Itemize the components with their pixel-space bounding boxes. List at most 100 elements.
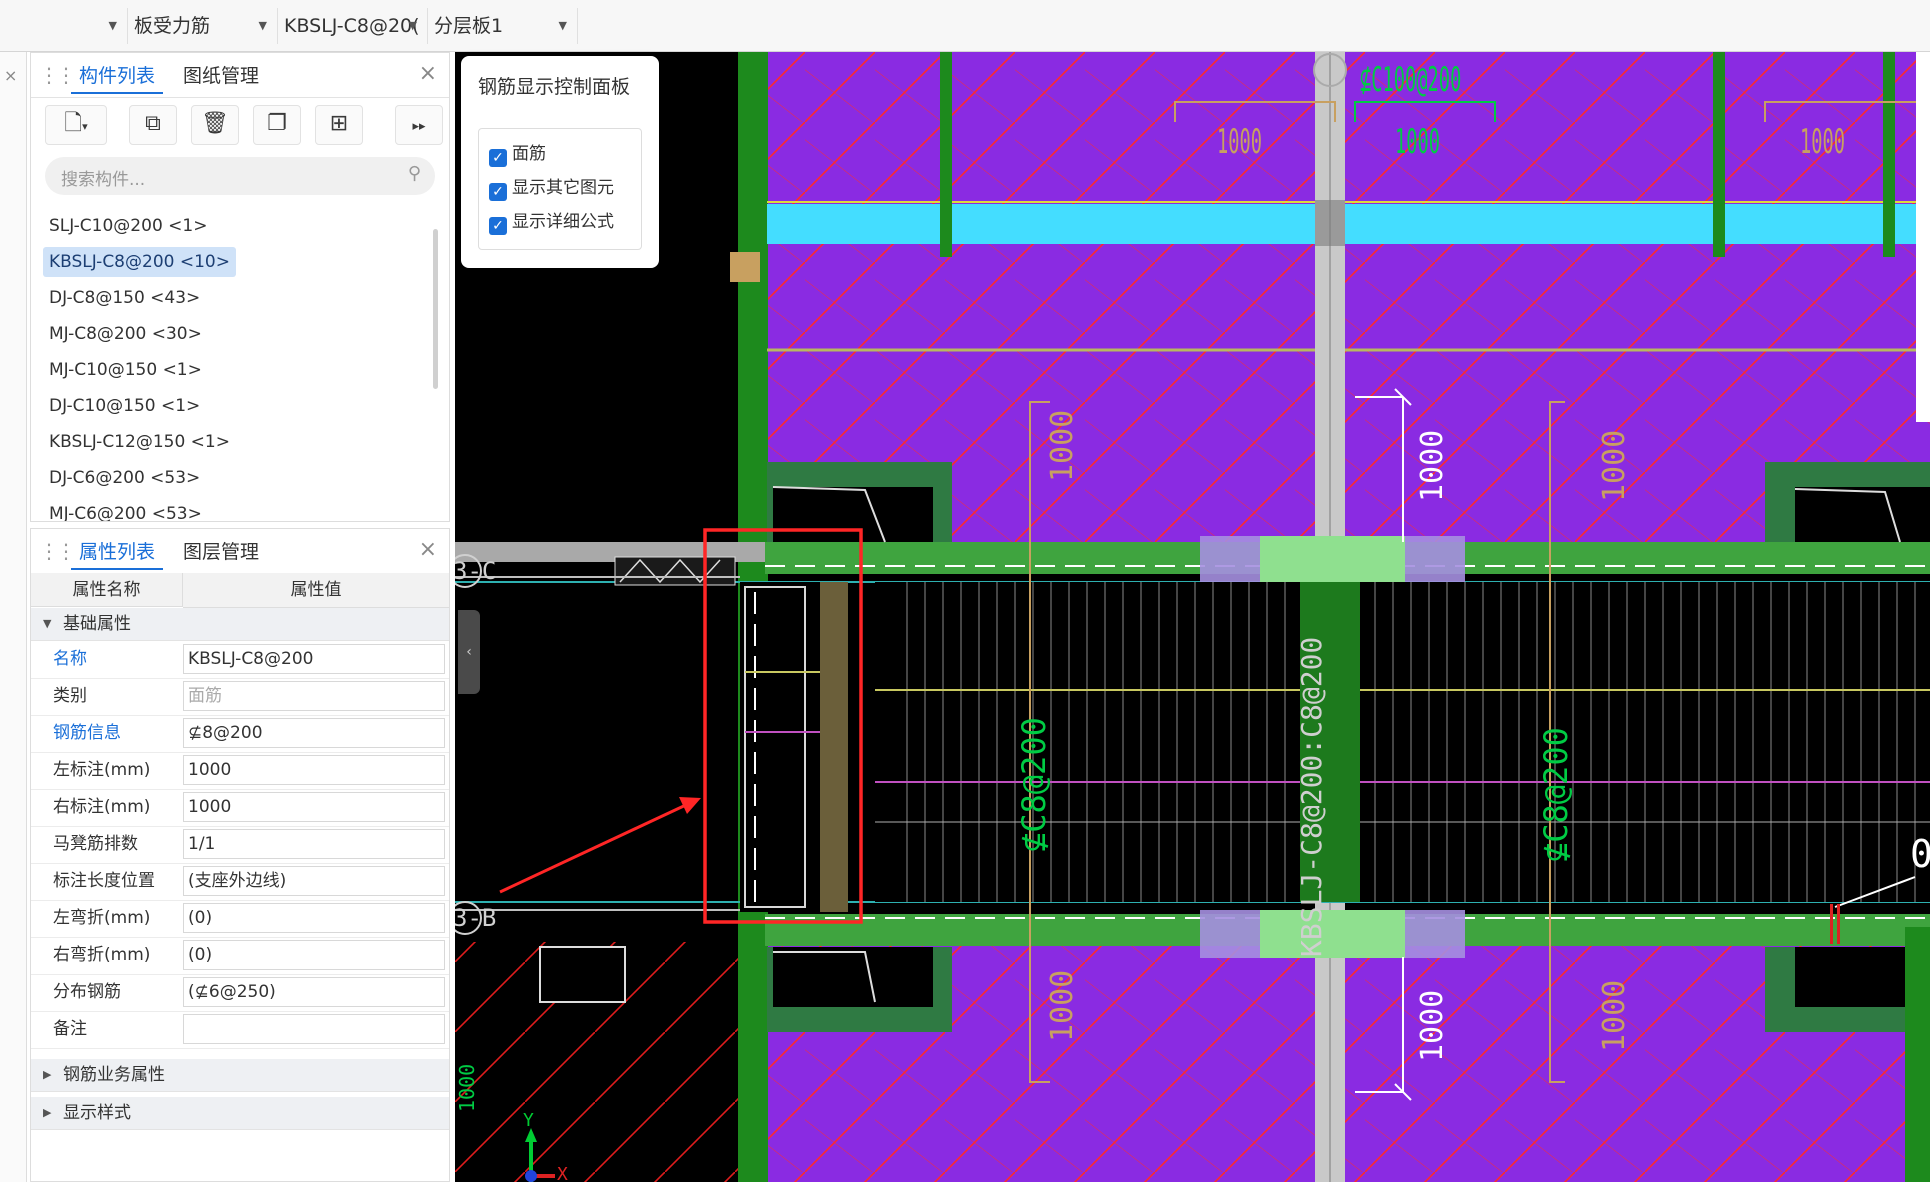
property-name: 类别 [53, 686, 87, 706]
property-value-field[interactable]: 面筋 [183, 681, 445, 711]
panel-collapse-handle[interactable]: ‹ [458, 610, 480, 694]
property-name: 右标注(mm) [53, 797, 151, 817]
chevron-down-icon: ▼ [558, 19, 567, 32]
list-item[interactable]: KBSLJ-C12@150 <1> [43, 427, 236, 457]
property-name: 右弯折(mm) [53, 945, 151, 965]
dropdown-type[interactable]: 板受力筋 ▼ [128, 8, 278, 44]
property-value-field[interactable]: (0) [183, 903, 445, 933]
property-value-field[interactable]: ⊈8@200 [183, 718, 445, 748]
cad-rebar-vertical-label: KBSLJ-C8@200:C8@200 [1295, 636, 1328, 957]
list-item-selected[interactable]: KBSLJ-C8@200 <10> [43, 247, 236, 277]
more-icon: ▸▸ [412, 119, 426, 134]
property-value-field[interactable]: (支座外边线) [183, 866, 445, 896]
checkbox-show-detailed-formula[interactable]: ✓ 显示详细公式 [489, 209, 614, 235]
property-name: 左弯折(mm) [53, 908, 151, 928]
list-item[interactable]: MJ-C8@200 <30> [43, 319, 208, 349]
check-icon: ✓ [489, 183, 507, 201]
new-component-button[interactable]: 🗋▾ [45, 105, 107, 145]
dropdown-component[interactable]: KBSLJ-C8@20( ▼ [278, 8, 428, 44]
search-input[interactable]: 搜索构件... ⚲ [45, 157, 435, 195]
property-value-field[interactable]: 1000 [183, 792, 445, 822]
dropdown-component-value: KBSLJ-C8@20( [284, 15, 420, 37]
control-panel-title: 钢筋显示控制面板 [478, 76, 631, 98]
search-icon: ⚲ [407, 163, 421, 184]
check-icon: ✓ [489, 217, 507, 235]
list-item[interactable]: SLJ-C10@200 <1> [43, 211, 213, 241]
duplicate-button[interactable]: ❐ [253, 105, 301, 145]
checkbox-show-other-elements[interactable]: ✓ 显示其它图元 [489, 175, 614, 201]
list-item[interactable]: DJ-C8@150 <43> [43, 283, 206, 313]
tab-drawing-management[interactable]: 图纸管理 [175, 62, 267, 94]
property-name: 马凳筋排数 [53, 834, 138, 854]
close-icon[interactable]: × [419, 537, 437, 562]
property-row: 右弯折(mm) (0) [31, 937, 449, 975]
dropdown-type-value: 板受力筋 [134, 15, 211, 37]
property-name: 左标注(mm) [53, 760, 151, 780]
right-tool-strip [1916, 52, 1930, 422]
property-row: 马凳筋排数 1/1 [31, 826, 449, 864]
property-row: 类别 面筋 [31, 678, 449, 716]
delete-icon: 🗑 [201, 111, 229, 136]
duplicate-icon: ❐ [267, 111, 287, 136]
group-display-style[interactable]: ▶ 显示样式 [31, 1097, 449, 1130]
property-row: 名称 KBSLJ-C8@200 [31, 641, 449, 679]
cad-y-axis-label: Y [523, 1110, 534, 1131]
property-row: 钢筋信息 ⊈8@200 [31, 715, 449, 753]
cad-dim-label: 1000 [1597, 429, 1632, 502]
delete-button[interactable]: 🗑 [191, 105, 239, 145]
copy-icon: ⧉ [145, 111, 161, 136]
checkbox-label: 面筋 [512, 144, 546, 164]
property-value-field[interactable] [183, 1014, 445, 1044]
chevron-down-icon: ▼ [108, 19, 117, 32]
close-icon[interactable]: × [4, 66, 17, 85]
tab-component-list[interactable]: 构件列表 [71, 62, 164, 94]
cad-dim-label: 1000 [1415, 989, 1450, 1062]
property-name: 备注 [53, 1019, 87, 1039]
list-item[interactable]: DJ-C10@150 <1> [43, 391, 206, 421]
expand-icon: ▶ [43, 1106, 52, 1119]
dropdown-floor[interactable]: ▼ [0, 8, 128, 44]
tab-property-list[interactable]: 属性列表 [71, 538, 164, 570]
layer-copy-button[interactable]: ⊞ [315, 105, 363, 145]
left-collapsed-strip: × [0, 52, 27, 1182]
control-panel-options: ✓ 面筋 ✓ 显示其它图元 ✓ 显示详细公式 [478, 128, 642, 250]
list-item[interactable]: MJ-C10@150 <1> [43, 355, 208, 385]
property-row: 备注 [31, 1011, 449, 1049]
cad-edge-label: 0 [1910, 832, 1930, 876]
property-name: 标注长度位置 [53, 871, 155, 891]
dropdown-layer[interactable]: 分层板1 ▼ [428, 8, 578, 44]
cad-dim-label: 1000 [1415, 429, 1450, 502]
cad-canvas[interactable]: ⊈C100@200 1000 1000 1000 1000 1000 1000 … [455, 52, 1930, 1182]
checkbox-label: 显示详细公式 [512, 212, 614, 232]
list-scrollbar[interactable] [433, 229, 438, 389]
group-business-properties[interactable]: ▶ 钢筋业务属性 [31, 1059, 449, 1092]
cad-dim-label: 1000 [1597, 979, 1632, 1052]
list-item[interactable]: DJ-C6@200 <53> [43, 463, 206, 493]
property-value-field[interactable]: 1/1 [183, 829, 445, 859]
rebar-display-control-panel: 钢筋显示控制面板 ✓ 面筋 ✓ 显示其它图元 ✓ 显示详细公式 [461, 56, 659, 268]
drag-grip-icon[interactable]: ⋮⋮ [39, 63, 76, 87]
chevron-down-icon: ▼ [258, 19, 267, 32]
copy-button[interactable]: ⧉ [129, 105, 177, 145]
close-icon[interactable]: × [419, 61, 437, 86]
tab-layer-management[interactable]: 图层管理 [175, 538, 267, 570]
search-placeholder: 搜索构件... [61, 170, 146, 190]
drag-grip-icon[interactable]: ⋮⋮ [39, 539, 76, 563]
cad-dim-label: 1000 [1045, 409, 1080, 482]
chevron-down-icon: ▼ [408, 19, 417, 32]
property-value-field[interactable]: 1000 [183, 755, 445, 785]
property-row: 分布钢筋 (⊈6@250) [31, 974, 449, 1012]
checkbox-face-rebar[interactable]: ✓ 面筋 [489, 141, 546, 167]
more-button[interactable]: ▸▸ [395, 105, 443, 145]
chevron-left-icon: ‹ [466, 644, 472, 660]
expand-icon: ▶ [43, 1068, 52, 1081]
group-basic-properties[interactable]: ▼ 基础属性 [31, 608, 449, 641]
property-value-field[interactable]: (⊈6@250) [183, 977, 445, 1007]
property-value-field[interactable]: (0) [183, 940, 445, 970]
component-panel-header: ⋮⋮ 构件列表 图纸管理 × [31, 53, 449, 98]
list-item[interactable]: MJ-C6@200 <53> [43, 499, 208, 521]
property-value-field[interactable]: KBSLJ-C8@200 [183, 644, 445, 674]
cad-x-axis-label: X [557, 1164, 568, 1182]
checkbox-label: 显示其它图元 [512, 178, 614, 198]
property-row: 左标注(mm) 1000 [31, 752, 449, 790]
